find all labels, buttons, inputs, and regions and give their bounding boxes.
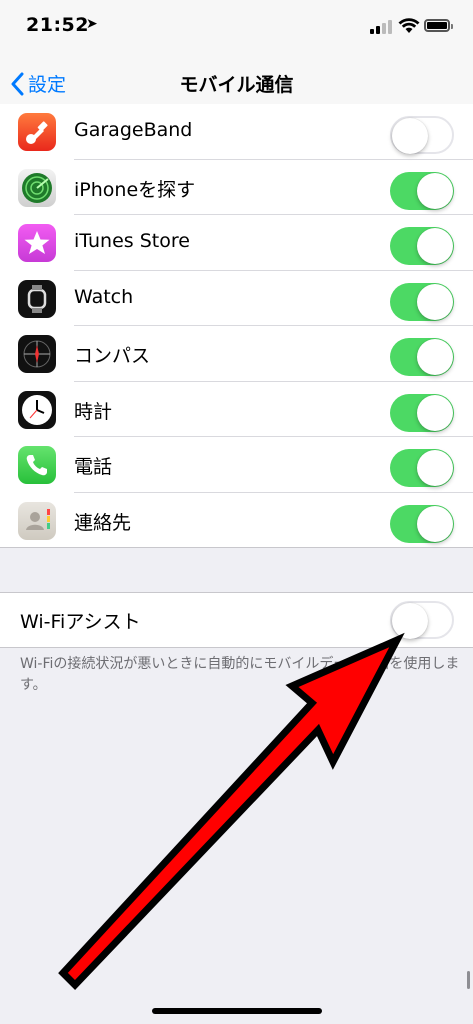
- list-item: 連絡先: [0, 493, 473, 549]
- wifi-assist-row: Wi-Fiアシスト: [0, 593, 473, 648]
- compass-icon: [18, 335, 56, 373]
- phone-icon: [18, 446, 56, 484]
- wifi-assist-label: Wi-Fiアシスト: [20, 611, 141, 633]
- itunes-store-icon: [18, 224, 56, 262]
- app-label-compass: コンパス: [74, 345, 151, 367]
- page-title: モバイル通信: [179, 74, 294, 96]
- contacts-icon: [18, 501, 56, 540]
- toggle-find-iphone[interactable]: [390, 171, 454, 210]
- wifi-assist-description: Wi-Fiの接続状況が悪いときに自動的にモバイルデータ通信を使用します。: [20, 656, 460, 693]
- status-time: 21:52: [26, 14, 89, 36]
- app-label-clock: 時計: [74, 400, 113, 423]
- garageband-icon: [18, 113, 56, 151]
- app-label-itunes-store: iTunes Store: [74, 230, 190, 252]
- location-arrow-icon: ➤: [86, 16, 98, 32]
- app-label-watch: Watch: [74, 285, 134, 308]
- toggle-contacts[interactable]: [390, 504, 454, 543]
- toggle-clock[interactable]: [390, 393, 454, 432]
- toggle-itunes-store[interactable]: [390, 227, 454, 265]
- list-item: 電話: [0, 437, 473, 493]
- wifi-assist-toggle[interactable]: [390, 601, 454, 639]
- app-label-contacts: 連絡先: [74, 511, 132, 534]
- app-list: GarageBand iPhoneを探す iTunes Store Watch …: [0, 104, 473, 548]
- toggle-garageband[interactable]: [390, 116, 454, 154]
- cellular-signal-icon: [370, 20, 392, 34]
- list-item: Watch: [0, 271, 473, 326]
- toggle-phone[interactable]: [390, 449, 454, 487]
- navigation-bar: 設定 モバイル通信: [0, 56, 473, 110]
- list-item: 時計: [0, 382, 473, 437]
- app-label-find-iphone: iPhoneを探す: [74, 178, 196, 201]
- app-label-phone: 電話: [74, 456, 113, 478]
- watch-icon: [18, 279, 56, 318]
- app-label-garageband: GarageBand: [74, 119, 193, 141]
- status-bar: 21:52 ➤: [0, 0, 473, 56]
- wifi-assist-group: Wi-Fiアシスト: [0, 592, 473, 648]
- list-item: コンパス: [0, 326, 473, 382]
- list-item: iPhoneを探す: [0, 160, 473, 215]
- scroll-indicator: [467, 971, 470, 989]
- wifi-icon: [398, 18, 420, 33]
- home-indicator[interactable]: [152, 1008, 322, 1014]
- find-iphone-icon: [18, 168, 56, 207]
- clock-icon: [18, 390, 56, 429]
- list-item: iTunes Store: [0, 215, 473, 271]
- toggle-watch[interactable]: [390, 282, 454, 321]
- list-item: GarageBand: [0, 104, 473, 160]
- battery-icon: [424, 19, 453, 32]
- toggle-compass[interactable]: [390, 338, 454, 376]
